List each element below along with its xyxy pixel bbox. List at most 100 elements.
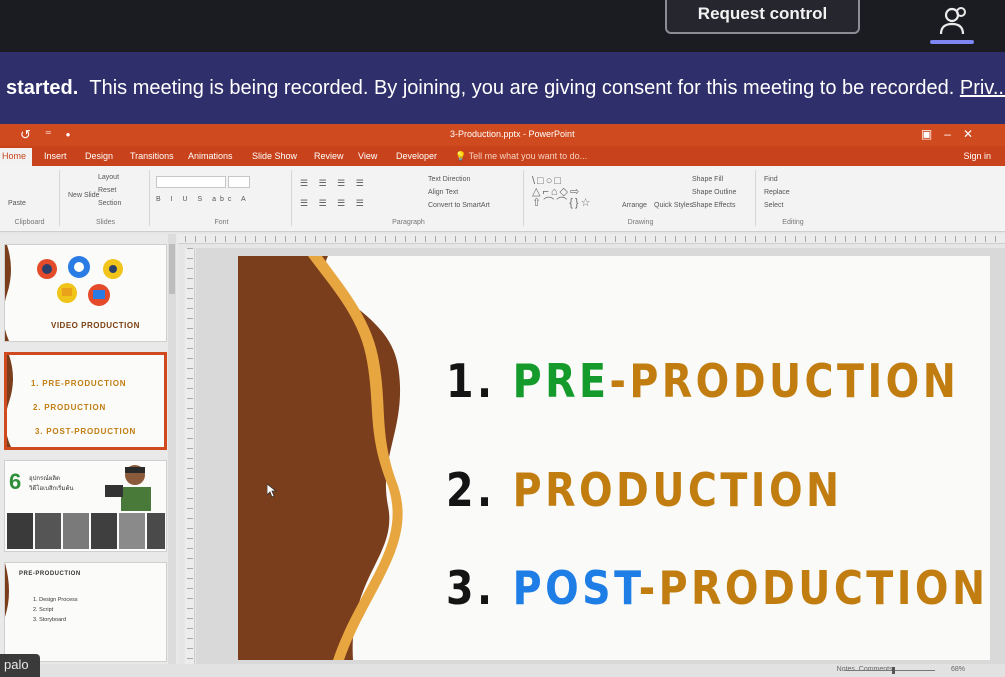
thumb-4-item-2: 2. Script — [33, 607, 54, 613]
list-buttons[interactable]: ☰ ☰ ☰ ☰ — [300, 178, 368, 189]
banner-started-text: started. — [6, 77, 79, 99]
thumb-3-number: 6 — [9, 469, 22, 494]
clipboard-group: Paste Clipboard — [0, 170, 60, 226]
thumb-1-title: VIDEO PRODUCTION — [51, 321, 140, 330]
recording-banner: started. This meeting is being recorded.… — [0, 52, 1005, 124]
customize-icon[interactable]: ⁼ — [45, 127, 66, 142]
ppt-title-bar: ↺⁼• 3-Production.pptx - PowerPoint ▣–✕ — [0, 124, 1005, 146]
quick-styles-button[interactable]: Quick Styles — [654, 202, 693, 209]
tab-animations[interactable]: Animations — [188, 151, 233, 161]
tab-design[interactable]: Design — [85, 151, 113, 161]
layout-button[interactable]: Layout — [98, 174, 119, 181]
paragraph-group: ☰ ☰ ☰ ☰ ☰ ☰ ☰ ☰ Text Direction Align Tex… — [294, 170, 524, 226]
section-button[interactable]: Section — [98, 200, 121, 207]
thumb-2-line-2: 2. PRODUCTION — [33, 403, 107, 412]
ruler-ticks — [175, 236, 1005, 242]
slide-thumbnail-2-selected[interactable]: 1. PRE-PRODUCTION 2. PRODUCTION 3. POST-… — [4, 352, 167, 450]
reset-button[interactable]: Reset — [98, 187, 116, 194]
thumb-3-caption-2: วิดีโอเบสิกเริ่มต้น — [29, 486, 74, 492]
request-control-button[interactable]: Request control — [665, 0, 860, 34]
thumb-4-item-1: 1. Design Process — [33, 597, 78, 603]
zoom-slider-knob[interactable] — [892, 667, 895, 674]
slide-line-2: 2. PRODUCTION — [446, 463, 843, 517]
font-format-buttons[interactable]: B I U S abc A — [156, 196, 250, 203]
tab-insert[interactable]: Insert — [44, 151, 67, 161]
font-group: B I U S abc A Font — [152, 170, 292, 226]
line-2-number: 2. — [446, 463, 513, 517]
undo-icon[interactable]: ↺ — [20, 127, 45, 142]
arrange-button[interactable]: Arrange — [622, 202, 647, 209]
zoom-level[interactable]: 68% — [951, 666, 965, 673]
tab-slide-show[interactable]: Slide Show — [252, 151, 297, 161]
line-1-number: 1. — [446, 354, 513, 408]
editing-label: Editing — [782, 219, 804, 226]
shape-effects-button[interactable]: Shape Effects — [692, 202, 735, 209]
font-name-box[interactable] — [156, 176, 226, 188]
participants-tab-indicator — [930, 40, 974, 44]
drawing-group: \□○□ △⌐⌂◇⇨ ⇧⌒⌒{}☆ Arrange Quick Styles Sha… — [526, 170, 756, 226]
teams-top-bar: Request control — [0, 0, 1005, 52]
thumb-wave-shape — [5, 563, 9, 661]
tab-transitions[interactable]: Transitions — [130, 151, 174, 161]
align-text-button[interactable]: Align Text — [428, 189, 458, 196]
tell-me-text: Tell me what you want to do... — [468, 151, 588, 161]
mouse-pointer-icon — [267, 484, 277, 498]
slides-group: New Slide Layout Reset Section Slides — [62, 170, 150, 226]
participant-name-label: palo — [0, 654, 40, 677]
line-3-dash: - — [638, 561, 659, 615]
slide-thumbnail-3[interactable]: 6 อุปกรณ์ผลิต วิดีโอเบสิกเริ่มต้น — [4, 460, 167, 552]
tell-me-search[interactable]: 💡 Tell me what you want to do... — [455, 151, 587, 162]
thumb-4-title: PRE-PRODUCTION — [19, 571, 81, 577]
convert-smartart-button[interactable]: Convert to SmartArt — [428, 202, 490, 209]
thumb-wave-shape — [7, 355, 13, 447]
line-3-post: POST — [512, 561, 639, 615]
slide-thumbnail-pane: VIDEO PRODUCTION 1. PRE-PRODUCTION 2. PR… — [0, 234, 178, 664]
zoom-slider[interactable] — [845, 670, 935, 671]
line-1-production: PRODUCTION — [629, 354, 960, 408]
slide-editing-area: 1. PRE-PRODUCTION 2. PRODUCTION 3. POST-… — [196, 248, 1005, 668]
replace-button[interactable]: Replace — [764, 189, 790, 196]
thumbnail-scrollbar[interactable] — [168, 234, 176, 664]
participants-icon[interactable] — [930, 2, 974, 42]
slide-thumbnail-1[interactable]: VIDEO PRODUCTION — [4, 244, 167, 342]
ribbon: Paste Clipboard New Slide Layout Reset S… — [0, 166, 1005, 232]
paragraph-label: Paragraph — [392, 219, 425, 226]
slide-thumbnail-4[interactable]: PRE-PRODUCTION 1. Design Process 2. Scri… — [4, 562, 167, 662]
font-label: Font — [214, 219, 229, 226]
tab-home[interactable]: Home — [0, 148, 33, 166]
banner-consent-text: This meeting is being recorded. By joini… — [89, 77, 955, 99]
new-slide-button[interactable]: New Slide — [68, 192, 100, 199]
align-buttons[interactable]: ☰ ☰ ☰ ☰ — [300, 198, 368, 209]
text-direction-button[interactable]: Text Direction — [428, 176, 470, 183]
close-window-icon[interactable]: ✕ — [963, 127, 985, 141]
tab-review[interactable]: Review — [314, 151, 344, 161]
shape-outline-button[interactable]: Shape Outline — [692, 189, 736, 196]
status-bar: Notes Comments 68% — [0, 664, 1005, 677]
sign-in-link[interactable]: Sign in — [963, 151, 991, 161]
font-size-box[interactable] — [228, 176, 250, 188]
thumb-3-equipment-strip — [7, 513, 165, 549]
paste-button[interactable]: Paste — [8, 200, 26, 207]
minimize-icon[interactable]: – — [944, 127, 963, 141]
select-button[interactable]: Select — [764, 202, 783, 209]
horizontal-ruler — [175, 234, 1005, 244]
more-icon[interactable]: • — [66, 127, 85, 142]
current-slide[interactable]: 1. PRE-PRODUCTION 2. PRODUCTION 3. POST-… — [238, 256, 990, 660]
line-3-production: PRODUCTION — [658, 561, 989, 615]
privacy-link[interactable]: Priv... — [960, 77, 1005, 99]
tab-developer[interactable]: Developer — [396, 151, 437, 161]
slide-line-3: 3. POST-PRODUCTION — [446, 561, 988, 615]
slides-label: Slides — [95, 219, 116, 226]
thumb-3-caption-1: อุปกรณ์ผลิต — [29, 476, 60, 482]
shapes-gallery[interactable]: \□○□ △⌐⌂◇⇨ ⇧⌒⌒{}☆ — [532, 176, 592, 209]
window-controls[interactable]: ▣–✕ — [921, 127, 985, 141]
find-button[interactable]: Find — [764, 176, 778, 183]
slide-line-1: 1. PRE-PRODUCTION — [446, 354, 959, 408]
tab-view[interactable]: View — [358, 151, 377, 161]
shape-fill-button[interactable]: Shape Fill — [692, 176, 723, 183]
thumb-2-line-1: 1. PRE-PRODUCTION — [31, 379, 127, 388]
restore-ribbon-icon[interactable]: ▣ — [921, 127, 944, 141]
quick-access-toolbar[interactable]: ↺⁼• — [20, 127, 84, 143]
vertical-ruler — [185, 248, 195, 666]
thumbnail-scroll-thumb[interactable] — [169, 244, 175, 294]
